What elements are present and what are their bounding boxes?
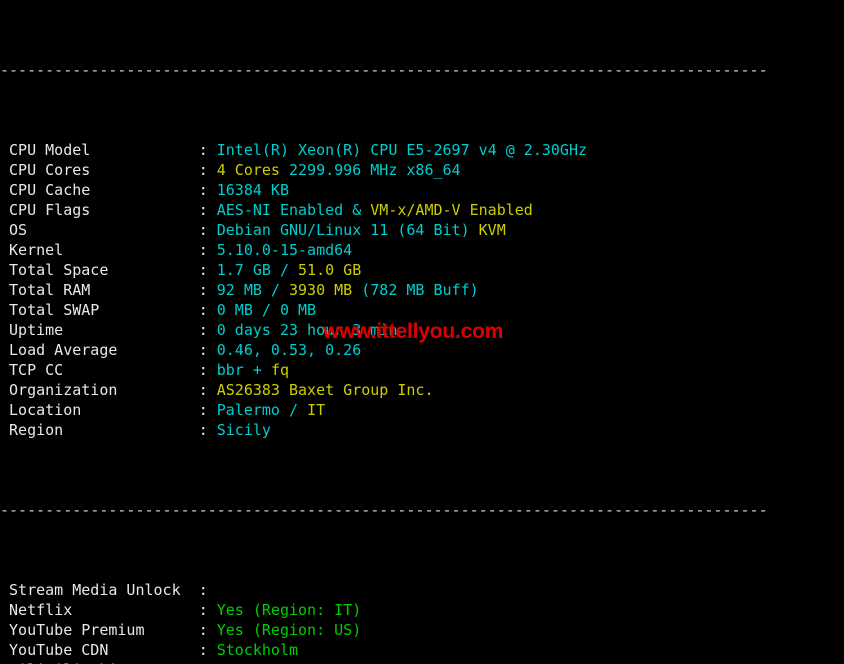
row-value-primary: 5.10.0-15-amd64 [216, 241, 353, 259]
row-label: Netflix [0, 601, 199, 619]
row-colon: : [198, 141, 217, 159]
stream-media-row: YouTube CDN : Stockholm [0, 640, 768, 660]
system-info-row: CPU Flags : AES-NI Enabled & VM-x/AMD-V … [0, 200, 768, 220]
system-info-row: Kernel : 5.10.0-15-amd64 [0, 240, 768, 260]
row-label: YouTube CDN [0, 641, 199, 659]
site-watermark: www.ittellyou.com [323, 320, 504, 343]
system-info-row: TCP CC : bbr + fq [0, 360, 768, 380]
stream-status-value: Yes (Region: IT) [216, 601, 362, 619]
row-label: Load Average [0, 341, 199, 359]
row-value-primary: 2299.996 MHz x86_64 [279, 161, 461, 179]
system-info-row: Total SWAP : 0 MB / 0 MB [0, 300, 768, 320]
row-label: CPU Flags [0, 201, 199, 219]
row-value-accent: 4 Cores [216, 161, 280, 179]
row-value-accent: IT [307, 401, 326, 419]
row-label: CPU Cores [0, 161, 199, 179]
row-colon: : [198, 641, 217, 659]
system-info-row: Location : Palermo / IT [0, 400, 768, 420]
row-colon: : [198, 181, 217, 199]
row-value-accent: 51.0 GB [298, 261, 362, 279]
system-info-row: CPU Model : Intel(R) Xeon(R) CPU E5-2697… [0, 140, 768, 160]
stream-media-row: YouTube Premium : Yes (Region: US) [0, 620, 768, 640]
stream-media-row: Netflix : Yes (Region: IT) [0, 600, 768, 620]
row-colon: : [198, 421, 217, 439]
row-colon: : [198, 401, 217, 419]
row-label: YouTube Premium [0, 621, 199, 639]
row-colon: : [198, 161, 217, 179]
row-colon: : [198, 361, 217, 379]
row-value-primary: 0 MB / 0 MB [216, 301, 317, 319]
stream-media-heading: Stream Media Unlock : [0, 580, 768, 600]
stream-media-section: Stream Media Unlock : Netflix : Yes (Reg… [0, 580, 768, 664]
row-value-primary: AES-NI Enabled & [216, 201, 371, 219]
row-label: Stream Media Unlock [0, 581, 199, 599]
row-value-accent: AS26383 Baxet Group Inc. [216, 381, 434, 399]
system-info-row: CPU Cache : 16384 KB [0, 180, 768, 200]
stream-status-value: Stockholm [216, 641, 299, 659]
row-label: Region [0, 421, 199, 439]
row-value-primary: Debian GNU/Linux 11 (64 Bit) [216, 221, 479, 239]
row-colon: : [198, 581, 217, 599]
system-info-row: Region : Sicily [0, 420, 768, 440]
row-colon: : [198, 241, 217, 259]
system-info-row: Total RAM : 92 MB / 3930 MB (782 MB Buff… [0, 280, 768, 300]
row-value-accent: 3930 MB [289, 281, 353, 299]
row-colon: : [198, 261, 217, 279]
system-info-section: CPU Model : Intel(R) Xeon(R) CPU E5-2697… [0, 140, 768, 440]
row-value-primary: 16384 KB [216, 181, 289, 199]
system-info-row: CPU Cores : 4 Cores 2299.996 MHz x86_64 [0, 160, 768, 180]
row-value-primary: Sicily [216, 421, 271, 439]
row-colon: : [198, 601, 217, 619]
row-colon: : [198, 621, 217, 639]
stream-status-value: Yes (Region: US) [216, 621, 362, 639]
row-label: Uptime [0, 321, 199, 339]
row-label: Location [0, 401, 199, 419]
row-value-accent: fq [270, 361, 289, 379]
row-value-primary: 92 MB / [216, 281, 289, 299]
row-label: OS [0, 221, 199, 239]
row-value-primary: bbr + [216, 361, 271, 379]
row-colon: : [198, 341, 217, 359]
row-label: TCP CC [0, 361, 199, 379]
row-value-primary: Palermo / [216, 401, 308, 419]
row-label: Total SWAP [0, 301, 199, 319]
system-info-row: OS : Debian GNU/Linux 11 (64 Bit) KVM [0, 220, 768, 240]
row-label: Kernel [0, 241, 199, 259]
row-value-accent: KVM [478, 221, 506, 239]
row-label: Organization [0, 381, 199, 399]
row-colon: : [198, 281, 217, 299]
terminal-screen: ----------------------------------------… [0, 0, 844, 664]
system-info-row: Total Space : 1.7 GB / 51.0 GB [0, 260, 768, 280]
row-label: CPU Cache [0, 181, 199, 199]
row-value-accent: VM-x/AMD-V Enabled [370, 201, 533, 219]
row-value-secondary: (782 MB Buff) [352, 281, 479, 299]
row-colon: : [198, 301, 217, 319]
row-colon: : [198, 221, 217, 239]
row-colon: : [198, 201, 217, 219]
row-label: Total Space [0, 261, 199, 279]
row-colon: : [198, 321, 217, 339]
system-info-row: Organization : AS26383 Baxet Group Inc. [0, 380, 768, 400]
row-label: CPU Model [0, 141, 199, 159]
row-value-primary: 1.7 GB / [216, 261, 299, 279]
separator-top: ----------------------------------------… [0, 61, 768, 79]
stream-media-row: BiliBili China : No [0, 660, 768, 664]
row-value-primary: Intel(R) Xeon(R) CPU E5-2697 v4 @ 2.30GH… [216, 141, 588, 159]
separator-after-system-info: ----------------------------------------… [0, 501, 768, 519]
row-label: Total RAM [0, 281, 199, 299]
row-colon: : [198, 381, 217, 399]
